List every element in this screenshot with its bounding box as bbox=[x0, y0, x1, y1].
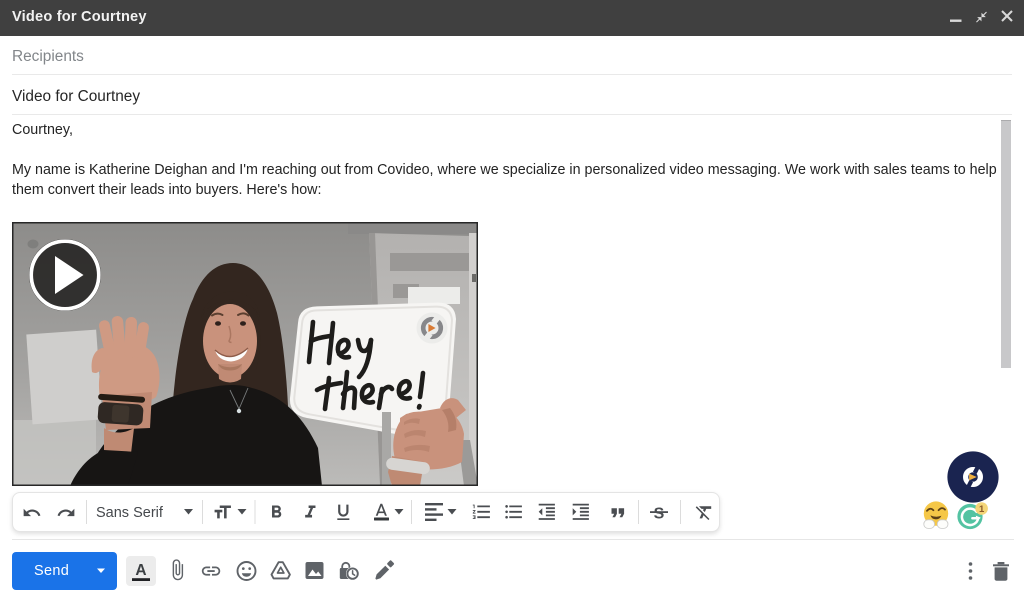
svg-text:S: S bbox=[654, 506, 665, 523]
svg-text:A: A bbox=[135, 562, 146, 579]
svg-text:1: 1 bbox=[979, 504, 985, 515]
svg-text:Sans Serif: Sans Serif bbox=[96, 505, 164, 521]
